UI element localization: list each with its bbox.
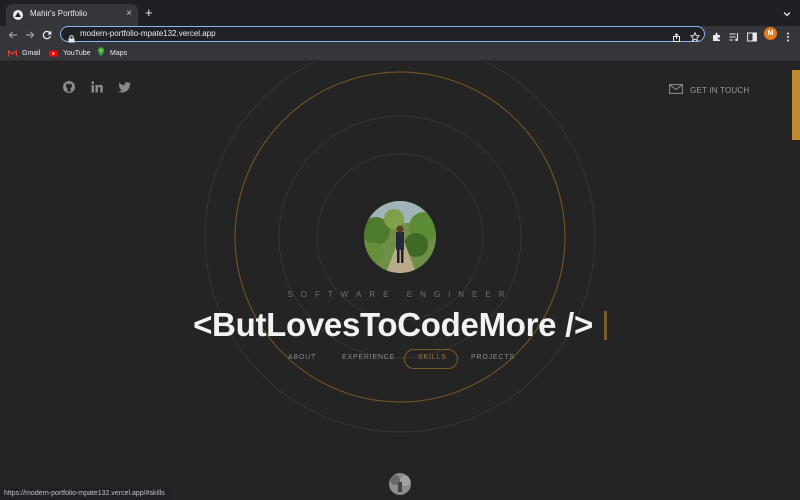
- active-tab[interactable]: Mahir's Portfolio ×: [6, 4, 138, 26]
- bookmarks-bar: Gmail YouTube Maps: [0, 44, 800, 61]
- tab-close-icon[interactable]: ×: [126, 7, 132, 21]
- tab-strip: Mahir's Portfolio × +: [0, 0, 800, 26]
- headline-text: <ButLovesToCodeMore />: [193, 306, 593, 343]
- bookmark-youtube[interactable]: YouTube: [49, 47, 91, 59]
- typing-cursor: [603, 310, 607, 340]
- twitter-icon[interactable]: [118, 80, 132, 99]
- linkedin-icon[interactable]: [90, 80, 104, 99]
- get-in-touch-label: GET IN TOUCH: [690, 85, 750, 95]
- tab-title: Mahir's Portfolio: [30, 9, 88, 18]
- portfolio-page: GET IN TOUCH SOFTWARE ENGINEER <ButLoves…: [0, 62, 800, 500]
- mail-icon: [669, 81, 683, 99]
- browser-toolbar: modern-portfolio-mpate132.vercel.app M: [0, 26, 800, 44]
- site-favicon-icon: [13, 10, 23, 20]
- forward-icon[interactable]: [23, 28, 37, 42]
- gmail-icon: [7, 44, 18, 62]
- nav-experience[interactable]: EXPERIENCE: [342, 354, 395, 361]
- bookmark-gmail[interactable]: Gmail: [7, 44, 41, 62]
- accent-tab: [792, 70, 800, 140]
- nav-projects[interactable]: PROJECTS: [471, 354, 515, 361]
- tab-search-icon[interactable]: [782, 6, 792, 24]
- scroll-thumbnail[interactable]: [389, 473, 411, 495]
- nav-about[interactable]: ABOUT: [288, 354, 316, 361]
- bookmark-label: Maps: [110, 49, 128, 57]
- url-text[interactable]: modern-portfolio-mpate132.vercel.app: [80, 28, 216, 40]
- bookmark-maps[interactable]: Maps: [97, 47, 127, 59]
- hero-headline: <ButLovesToCodeMore />: [0, 306, 800, 346]
- nav-skills[interactable]: SKILLS: [418, 354, 447, 361]
- maps-icon: [97, 44, 105, 62]
- role-subtitle: SOFTWARE ENGINEER: [287, 290, 513, 299]
- bookmark-label: YouTube: [63, 49, 91, 57]
- bookmark-label: Gmail: [22, 49, 41, 57]
- profile-avatar[interactable]: M: [764, 27, 777, 40]
- back-icon[interactable]: [6, 28, 20, 42]
- get-in-touch-link[interactable]: GET IN TOUCH: [669, 81, 749, 99]
- reload-icon[interactable]: [40, 28, 54, 42]
- status-bar-url: https://modern-portfolio-mpate132.vercel…: [0, 488, 169, 500]
- address-bar[interactable]: modern-portfolio-mpate132.vercel.app: [60, 26, 705, 43]
- youtube-icon: [49, 44, 58, 62]
- new-tab-button[interactable]: +: [145, 5, 153, 21]
- background-rings: [204, 62, 596, 433]
- github-icon[interactable]: [62, 80, 76, 99]
- profile-photo: [364, 201, 436, 273]
